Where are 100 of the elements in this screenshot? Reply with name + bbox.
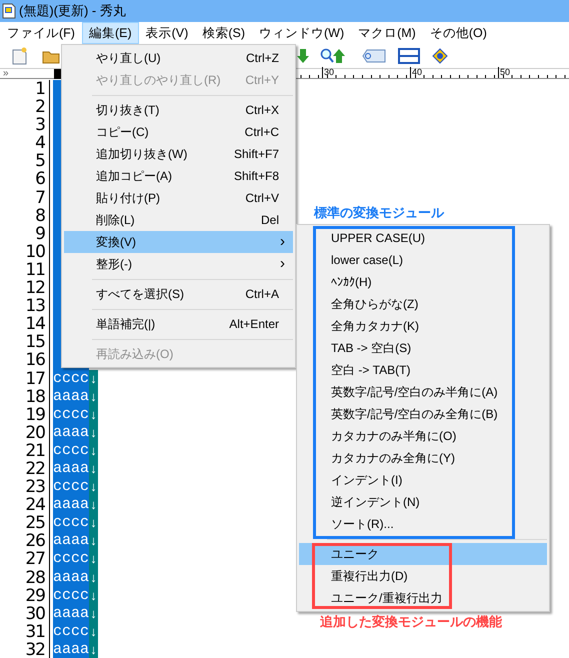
- menu-option[interactable]: 空白 -> TAB(T): [299, 359, 547, 381]
- line-number: 29: [0, 586, 50, 605]
- line-number: 9: [0, 224, 50, 243]
- line-text: cccc: [53, 478, 89, 496]
- menu-option[interactable]: ユニーク: [299, 543, 547, 565]
- line-number: 17: [0, 370, 50, 388]
- menu-item[interactable]: 編集(E): [82, 22, 139, 44]
- line-number: 8: [0, 206, 50, 225]
- submenu-arrow: ›: [280, 232, 285, 252]
- menu-option[interactable]: lower case(L): [299, 249, 547, 271]
- menu-item[interactable]: 検索(S): [195, 22, 252, 44]
- menu-option[interactable]: すべてを選択(S) Ctrl+A: [64, 283, 293, 305]
- ruler-label: 30: [322, 67, 334, 78]
- menu-option[interactable]: やり直し(U) Ctrl+Z: [64, 47, 293, 69]
- line-number: 27: [0, 550, 50, 569]
- line-number: 20: [0, 424, 50, 442]
- line-end-mark: ↓: [89, 586, 98, 605]
- line-number: 31: [0, 622, 50, 641]
- menu-option[interactable]: 逆インデント(N): [299, 491, 547, 513]
- line-end-mark: ↓: [89, 442, 98, 460]
- line-end-mark: ↓: [89, 460, 98, 478]
- menu-item[interactable]: その他(O): [422, 22, 494, 44]
- menu-option[interactable]: 英数字/記号/空白のみ全角に(B): [299, 403, 547, 425]
- line-text: cccc: [53, 370, 89, 388]
- line-text: cccc: [53, 442, 89, 460]
- menu-option[interactable]: 単語補完(|) Alt+Enter: [64, 313, 293, 335]
- menu-option[interactable]: 英数字/記号/空白のみ半角に(A): [299, 381, 547, 403]
- split-window-icon[interactable]: [398, 48, 420, 64]
- line-number: 30: [0, 604, 50, 623]
- line-end-mark: ↓: [89, 388, 98, 406]
- line-text: aaaa: [53, 532, 89, 550]
- menu-option[interactable]: 追加コピー(A) Shift+F8: [64, 165, 293, 187]
- shortcut-label: Del: [260, 212, 279, 229]
- menu-option[interactable]: ソート(R)...: [299, 513, 547, 535]
- menu-option[interactable]: ユニーク/重複行出力: [299, 587, 547, 609]
- tag-icon[interactable]: [362, 49, 386, 63]
- menu-item[interactable]: マクロ(M): [351, 22, 423, 44]
- line-text: aaaa: [53, 604, 89, 623]
- menu-option[interactable]: 全角ひらがな(Z): [299, 293, 547, 315]
- menu-option[interactable]: コピー(C) Ctrl+C: [64, 121, 293, 143]
- line-text: cccc: [53, 514, 89, 532]
- line-text: aaaa: [53, 460, 89, 478]
- line-number: 28: [0, 568, 50, 587]
- line-number: 26: [0, 532, 50, 550]
- menu-option[interactable]: 貼り付け(P) Ctrl+V: [64, 187, 293, 209]
- menu-option[interactable]: 追加切り抜き(W) Shift+F7: [64, 143, 293, 165]
- line-text: cccc: [53, 586, 89, 605]
- menu-option[interactable]: カタカナのみ全角に(Y): [299, 447, 547, 469]
- ruler-label: 40: [410, 67, 422, 78]
- line-text: aaaa: [53, 568, 89, 587]
- line-text: aaaa: [53, 640, 89, 658]
- menu-item[interactable]: ウィンドウ(W): [252, 22, 352, 44]
- ruler-marker: »: [3, 67, 9, 81]
- line-number: 4: [0, 134, 50, 152]
- menu-option[interactable]: 全角カタカナ(K): [299, 315, 547, 337]
- shortcut-label: Ctrl+C: [244, 124, 279, 141]
- down-arrow-icon[interactable]: [296, 48, 310, 64]
- menu-option[interactable]: ﾍﾝｶｸ(H): [299, 271, 547, 293]
- search-up-icon[interactable]: [320, 48, 346, 64]
- new-file-icon[interactable]: [12, 47, 28, 65]
- help-icon[interactable]: [432, 48, 448, 64]
- menu-option[interactable]: 重複行出力(D): [299, 565, 547, 587]
- shortcut-label: Shift+F8: [234, 168, 279, 185]
- menu-option[interactable]: TAB -> 空白(S): [299, 337, 547, 359]
- line-end-mark: ↓: [89, 550, 98, 569]
- line-end-mark: ↓: [89, 568, 98, 587]
- shortcut-label: Ctrl+Z: [246, 50, 279, 67]
- line-number: 14: [0, 315, 50, 334]
- line-number: 16: [0, 351, 50, 370]
- line-number: 24: [0, 496, 50, 514]
- line-number: 3: [0, 116, 50, 134]
- line-number: 21: [0, 442, 50, 460]
- shortcut-label: Ctrl+V: [245, 190, 279, 207]
- line-number: 13: [0, 297, 50, 316]
- menu-option[interactable]: UPPER CASE(U): [299, 227, 547, 249]
- annotation-label: 標準の変換モジュール: [314, 204, 444, 222]
- line-end-mark: ↓: [89, 622, 98, 641]
- line-number: 11: [0, 260, 50, 280]
- cursor-column-marker: [54, 69, 61, 79]
- menu-option[interactable]: カタカナのみ半角に(O): [299, 425, 547, 447]
- menu-item[interactable]: 表示(V): [138, 22, 196, 44]
- line-number: 6: [0, 170, 50, 189]
- menu-item[interactable]: ファイル(F): [0, 22, 82, 44]
- menu-option[interactable]: 整形(-) ›: [64, 253, 293, 275]
- menu-option[interactable]: インデント(I): [299, 469, 547, 491]
- line-text: aaaa: [53, 496, 89, 514]
- menu-option[interactable]: 切り抜き(T) Ctrl+X: [64, 99, 293, 121]
- folder-icon[interactable]: [42, 48, 60, 64]
- window-title: (無題)(更新) - 秀丸: [19, 2, 126, 20]
- line-text: cccc: [53, 550, 89, 569]
- menu-option[interactable]: 削除(L) Del: [64, 209, 293, 231]
- line-end-mark: ↓: [89, 604, 98, 623]
- shortcut-label: Shift+F7: [234, 146, 279, 163]
- shortcut-label: Ctrl+Y: [245, 72, 279, 89]
- line-number: 12: [0, 279, 50, 298]
- line-text: aaaa: [53, 424, 89, 442]
- line-end-mark: ↓: [89, 532, 98, 550]
- annotation-label: 追加した変換モジュールの機能: [320, 613, 502, 631]
- menu-option[interactable]: 変換(V) ›: [64, 231, 293, 253]
- line-number: 15: [0, 333, 50, 352]
